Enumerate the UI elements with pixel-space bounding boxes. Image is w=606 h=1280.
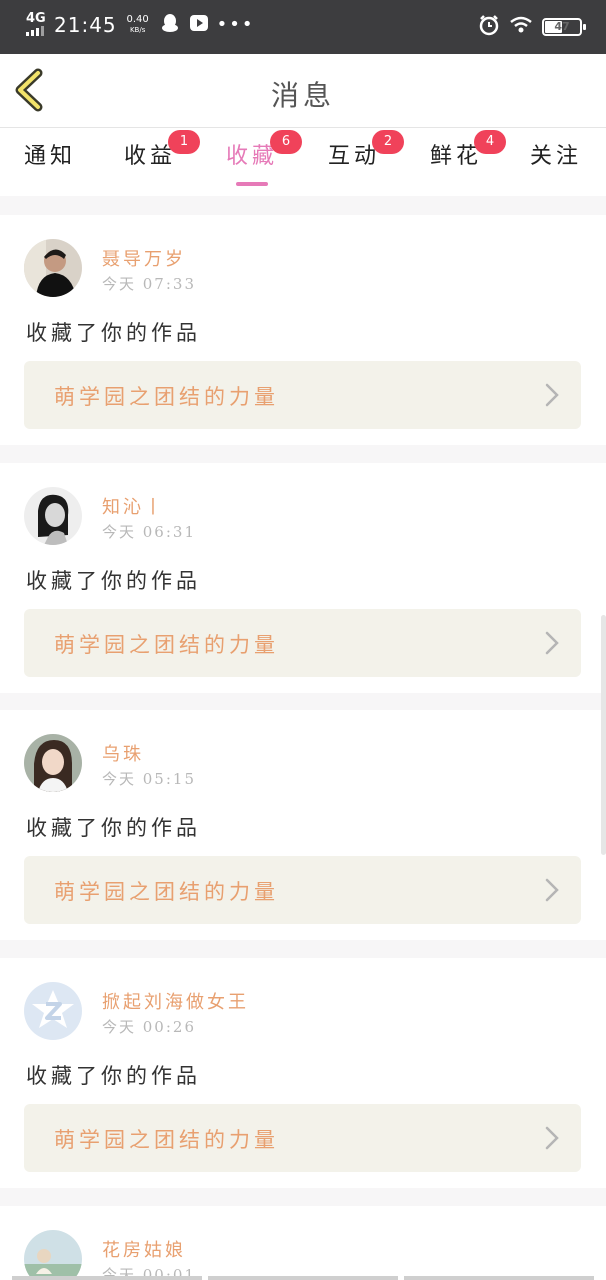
unread-badge: 4 bbox=[474, 130, 506, 154]
work-title: 萌学园之团结的力量 bbox=[54, 385, 279, 409]
work-link[interactable]: 萌学园之团结的力量 bbox=[24, 361, 581, 429]
message-text: 收藏了你的作品 bbox=[26, 569, 201, 593]
message-card[interactable]: 聂导万岁 今天 07:33 收藏了你的作品 萌学园之团结的力量 bbox=[0, 215, 606, 445]
tab-label: 互动 bbox=[327, 144, 380, 169]
work-title: 萌学园之团结的力量 bbox=[54, 633, 279, 657]
username[interactable]: 乌珠 bbox=[102, 740, 144, 766]
work-link[interactable]: 萌学园之团结的力量 bbox=[24, 609, 581, 677]
chevron-right-icon bbox=[545, 878, 559, 902]
chevron-right-icon bbox=[545, 383, 559, 407]
network-speed: 0.40 KB/s bbox=[125, 14, 151, 36]
work-link[interactable]: 萌学园之团结的力量 bbox=[24, 856, 581, 924]
page-title: 消息 bbox=[270, 79, 335, 112]
wifi-icon bbox=[510, 16, 532, 38]
scrollbar[interactable] bbox=[601, 615, 606, 855]
avatar[interactable] bbox=[24, 1230, 82, 1280]
tab-label: 关注 bbox=[529, 144, 582, 169]
more-notifications-icon: ••• bbox=[216, 14, 255, 35]
message-text: 收藏了你的作品 bbox=[26, 816, 201, 840]
tab-bar: 通知 收益 1 收藏 6 互动 2 鲜花 4 关注 bbox=[0, 128, 606, 196]
tab-earnings[interactable]: 收益 1 bbox=[110, 130, 200, 170]
alarm-icon bbox=[478, 14, 500, 40]
battery-level: 47 bbox=[554, 20, 570, 33]
qq-penguin-icon bbox=[161, 13, 179, 37]
avatar[interactable] bbox=[24, 487, 82, 545]
message-text: 收藏了你的作品 bbox=[26, 1064, 201, 1088]
nav-header: 消息 bbox=[0, 54, 606, 128]
tab-label: 收藏 bbox=[225, 144, 278, 169]
status-bar: 4G 21:45 0.40 KB/s ••• 47 bbox=[0, 0, 606, 54]
clock: 21:45 bbox=[54, 13, 117, 37]
avatar[interactable] bbox=[24, 982, 82, 1040]
tab-flowers[interactable]: 鲜花 4 bbox=[416, 130, 506, 170]
chevron-right-icon bbox=[545, 631, 559, 655]
cellular-signal-icon: 4G bbox=[26, 12, 48, 38]
tab-label: 鲜花 bbox=[429, 144, 482, 169]
message-time: 今天 00:26 bbox=[102, 1018, 196, 1036]
tab-favorites[interactable]: 收藏 6 bbox=[212, 130, 302, 186]
message-time: 今天 07:33 bbox=[102, 275, 196, 293]
network-speed-unit: KB/s bbox=[129, 26, 146, 34]
tab-notifications[interactable]: 通知 bbox=[10, 138, 90, 170]
network-speed-value: 0.40 bbox=[126, 14, 149, 25]
message-text: 收藏了你的作品 bbox=[26, 321, 201, 345]
gesture-bar bbox=[0, 1276, 606, 1280]
tab-label: 通知 bbox=[23, 144, 76, 169]
avatar[interactable] bbox=[24, 734, 82, 792]
network-type: 4G bbox=[26, 11, 46, 26]
work-link[interactable]: 萌学园之团结的力量 bbox=[24, 1104, 581, 1172]
username[interactable]: 花房姑娘 bbox=[102, 1236, 186, 1262]
tab-interactions[interactable]: 互动 2 bbox=[314, 130, 404, 170]
tab-label: 收益 bbox=[123, 144, 176, 169]
unread-badge: 1 bbox=[168, 130, 200, 154]
work-title: 萌学园之团结的力量 bbox=[54, 1128, 279, 1152]
message-card[interactable]: 乌珠 今天 05:15 收藏了你的作品 萌学园之团结的力量 bbox=[0, 710, 606, 940]
username[interactable]: 知沁丨 bbox=[102, 493, 165, 519]
active-tab-indicator bbox=[236, 182, 268, 186]
tab-following[interactable]: 关注 bbox=[516, 138, 596, 170]
unread-badge: 6 bbox=[270, 130, 302, 154]
work-title: 萌学园之团结的力量 bbox=[54, 880, 279, 904]
message-card[interactable]: 掀起刘海做女王 今天 00:26 收藏了你的作品 萌学园之团结的力量 bbox=[0, 958, 606, 1188]
unread-badge: 2 bbox=[372, 130, 404, 154]
message-time: 今天 06:31 bbox=[102, 523, 196, 541]
message-time: 今天 05:15 bbox=[102, 770, 196, 788]
video-app-icon bbox=[189, 13, 209, 37]
battery-icon: 47 bbox=[542, 18, 586, 36]
avatar[interactable] bbox=[24, 239, 82, 297]
username[interactable]: 聂导万岁 bbox=[102, 245, 186, 271]
username[interactable]: 掀起刘海做女王 bbox=[102, 988, 249, 1014]
message-card[interactable]: 花房姑娘 今天 00:01 bbox=[0, 1206, 606, 1280]
message-card[interactable]: 知沁丨 今天 06:31 收藏了你的作品 萌学园之团结的力量 bbox=[0, 463, 606, 693]
chevron-right-icon bbox=[545, 1126, 559, 1150]
